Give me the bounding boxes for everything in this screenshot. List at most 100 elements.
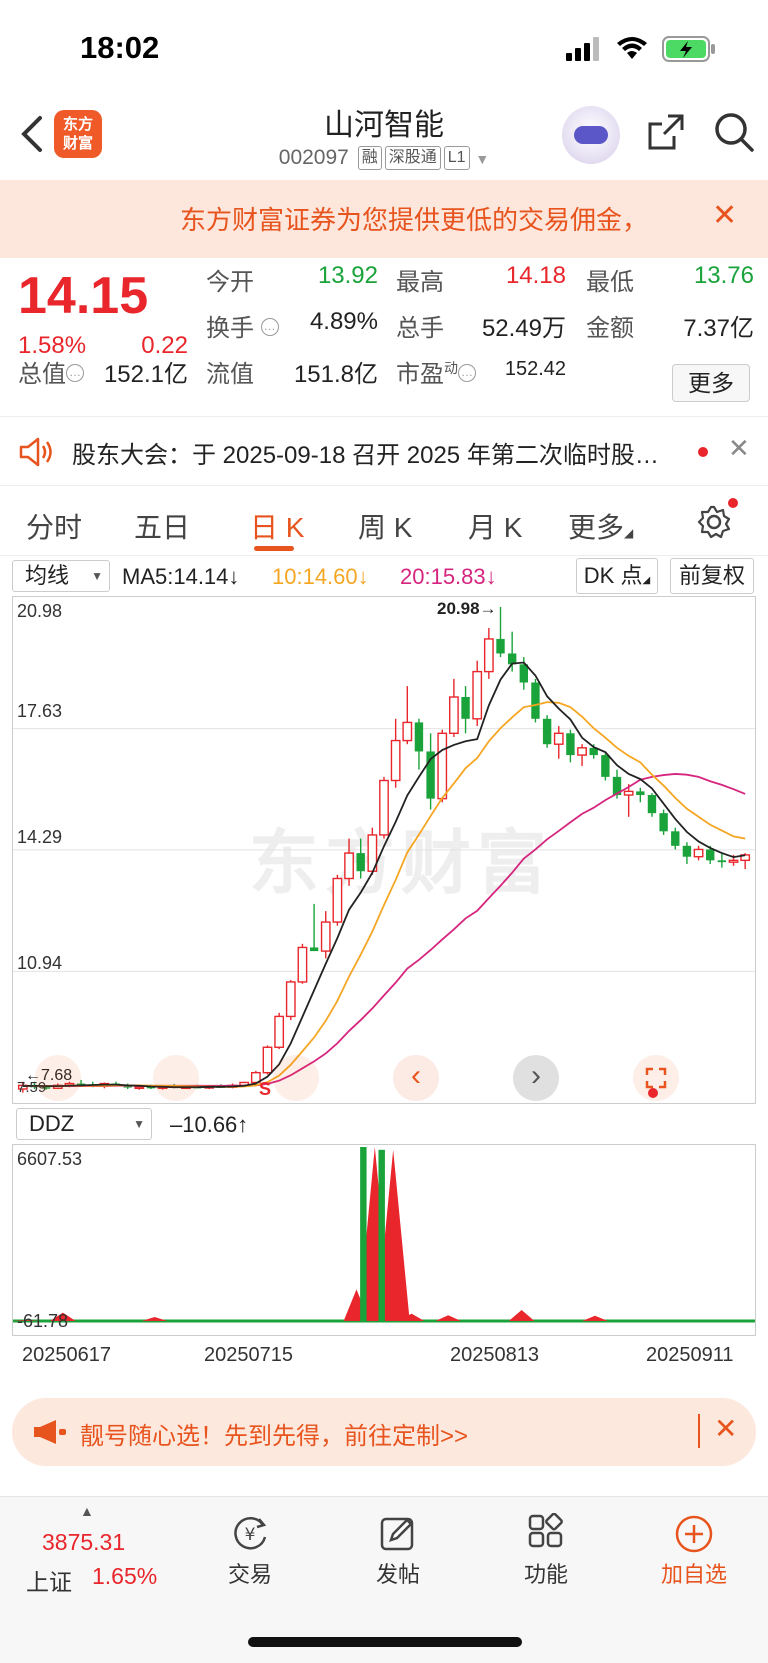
candle	[542, 715, 552, 748]
dk-point-button[interactable]: DK 点◢	[576, 558, 658, 594]
candle	[507, 631, 517, 672]
close-icon[interactable]: ✕	[714, 1412, 737, 1445]
ad-banner[interactable]: 靓号随心选！先到先得，前往定制>> ✕	[12, 1398, 756, 1466]
index-percent: 1.65%	[92, 1563, 158, 1589]
promo-text: 东方财富证券为您提供更低的交易佣金，	[180, 205, 649, 235]
share-icon[interactable]	[646, 112, 686, 152]
y-tick-label: 10.94	[17, 953, 63, 973]
ma20-value: 20:15.83↓	[400, 564, 497, 589]
kline-chart[interactable]: 东方财富 20.98 17.63 14.29 10.94 7.59 20.98→…	[12, 596, 756, 1104]
grid-icon	[528, 1513, 563, 1548]
date-label: 20250911	[646, 1344, 734, 1366]
y-tick-label: 17.63	[17, 701, 63, 721]
last-price: 14.15	[18, 267, 149, 325]
value-float-cap: 151.8亿	[293, 361, 378, 388]
label-pe[interactable]: 市盈动…	[396, 354, 476, 389]
promo-banner[interactable]: 东方财富证券为您提供更低的交易佣金， ✕	[0, 180, 768, 258]
candle	[659, 809, 668, 835]
candle	[285, 980, 296, 1021]
ad-divider	[698, 1414, 700, 1448]
candle	[297, 943, 308, 984]
ma10-line	[22, 701, 746, 1088]
date-label: 20250715	[204, 1344, 293, 1366]
nav-add-watchlist[interactable]: 加自选	[644, 1511, 744, 1589]
y-tick-label: 14.29	[17, 827, 63, 847]
label-high: 最高	[396, 269, 444, 296]
active-tab-indicator	[254, 546, 294, 551]
chart-prev-button[interactable]: ‹	[393, 1055, 439, 1101]
close-icon[interactable]: ✕	[728, 433, 750, 464]
search-icon[interactable]	[712, 110, 756, 154]
ma10-value: 10:14.60↓	[272, 564, 369, 589]
tab-daily-k[interactable]: 日 K	[250, 506, 304, 546]
label-amount: 金额	[586, 315, 634, 342]
candle	[461, 686, 470, 734]
info-icon[interactable]: …	[458, 364, 476, 382]
nav-post[interactable]: 发帖	[348, 1511, 448, 1589]
index-value: 3875.31	[42, 1529, 126, 1555]
more-button[interactable]: 更多	[672, 364, 750, 402]
dropdown-caret-icon[interactable]: ▼	[475, 151, 489, 167]
ddz-y-max: 6607.53	[17, 1149, 83, 1169]
quote-panel: 14.15 1.58% 0.22 今开 13.92 最高 14.18 最低 13…	[0, 258, 768, 408]
chevron-right-icon: ›	[531, 1059, 541, 1092]
chart-zoom-out-button[interactable]	[35, 1055, 81, 1101]
candle	[344, 838, 354, 886]
value-amount: 7.37亿	[683, 315, 754, 342]
bottom-bar: ▲ 3875.31 上证 1.65% ¥ 交易 发帖 功能 加自选	[0, 1496, 768, 1663]
stock-header: 东方财富 山河智能 002097 融深股通 L1 ▼	[0, 100, 768, 180]
adjust-button[interactable]: 前复权	[670, 558, 754, 594]
candle	[566, 729, 575, 763]
announcement-bar[interactable]: 股东大会：于 2025-09-18 召开 2025 年第二次临时股东大会 ✕	[0, 416, 768, 486]
value-volume: 52.49万	[481, 315, 566, 342]
candle	[390, 718, 401, 788]
tab-intraday[interactable]: 分时	[26, 506, 82, 546]
tab-five-day[interactable]: 五日	[134, 506, 190, 546]
ddz-plot[interactable]	[13, 1145, 755, 1335]
gear-icon[interactable]	[696, 504, 732, 540]
battery-icon	[662, 36, 715, 62]
kline-plot[interactable]	[13, 597, 755, 1103]
indicator-select[interactable]: 均线 ▼	[12, 560, 110, 592]
status-bar: 18:02	[0, 0, 768, 100]
badge-dot	[728, 498, 738, 508]
ddz-bar	[582, 1315, 608, 1321]
chart-zoom-in-button[interactable]	[153, 1055, 199, 1101]
chevron-down-icon: ▼	[91, 569, 103, 583]
tab-monthly-k[interactable]: 月 K	[468, 506, 522, 546]
index-ticker[interactable]: ▲ 3875.31 上证 1.65%	[0, 1497, 170, 1617]
chevron-down-icon: ▼	[133, 1117, 145, 1131]
tag-margin: 融	[357, 146, 382, 170]
tab-weekly-k[interactable]: 周 K	[358, 506, 412, 546]
tag-connect: 深股通	[384, 146, 441, 170]
label-turnover[interactable]: 换手 …	[206, 308, 279, 343]
chart-expand-button[interactable]	[633, 1055, 679, 1101]
date-label: 20250617	[22, 1344, 111, 1366]
close-icon[interactable]: ✕	[712, 198, 737, 233]
nav-functions[interactable]: 功能	[496, 1511, 596, 1589]
candle	[426, 733, 435, 810]
candle	[472, 660, 483, 727]
ddz-bar	[141, 1317, 168, 1321]
info-icon[interactable]: …	[66, 364, 84, 382]
home-indicator	[248, 1637, 522, 1647]
ddz-bar	[435, 1315, 462, 1321]
tab-more[interactable]: 更多◢	[568, 506, 633, 546]
label-volume: 总手	[396, 315, 444, 342]
chart-next-button[interactable]: ›	[513, 1055, 559, 1101]
ddz-value: –10.66↑	[170, 1112, 249, 1137]
ddz-select[interactable]: DDZ ▼	[16, 1108, 152, 1140]
value-turnover: 4.89%	[309, 308, 378, 335]
label-market-cap[interactable]: 总值…	[18, 354, 84, 389]
chart-reset-button[interactable]	[273, 1055, 319, 1101]
trade-icon: ¥	[234, 1517, 267, 1550]
ddz-chart[interactable]: 6607.53 -61.78	[12, 1144, 756, 1336]
ma-indicator-bar: 均线 ▼ MA5:14.14↓ 10:14.60↓ 20:15.83↓ DK 点◢…	[0, 556, 768, 596]
label-float-cap: 流值	[206, 361, 254, 388]
ai-assistant-avatar[interactable]	[562, 106, 620, 164]
info-icon[interactable]: …	[260, 318, 279, 336]
nav-trade[interactable]: ¥ 交易	[200, 1511, 300, 1589]
candle	[601, 753, 610, 781]
sell-marker: S	[259, 1079, 272, 1099]
value-market-cap: 152.1亿	[103, 361, 188, 388]
